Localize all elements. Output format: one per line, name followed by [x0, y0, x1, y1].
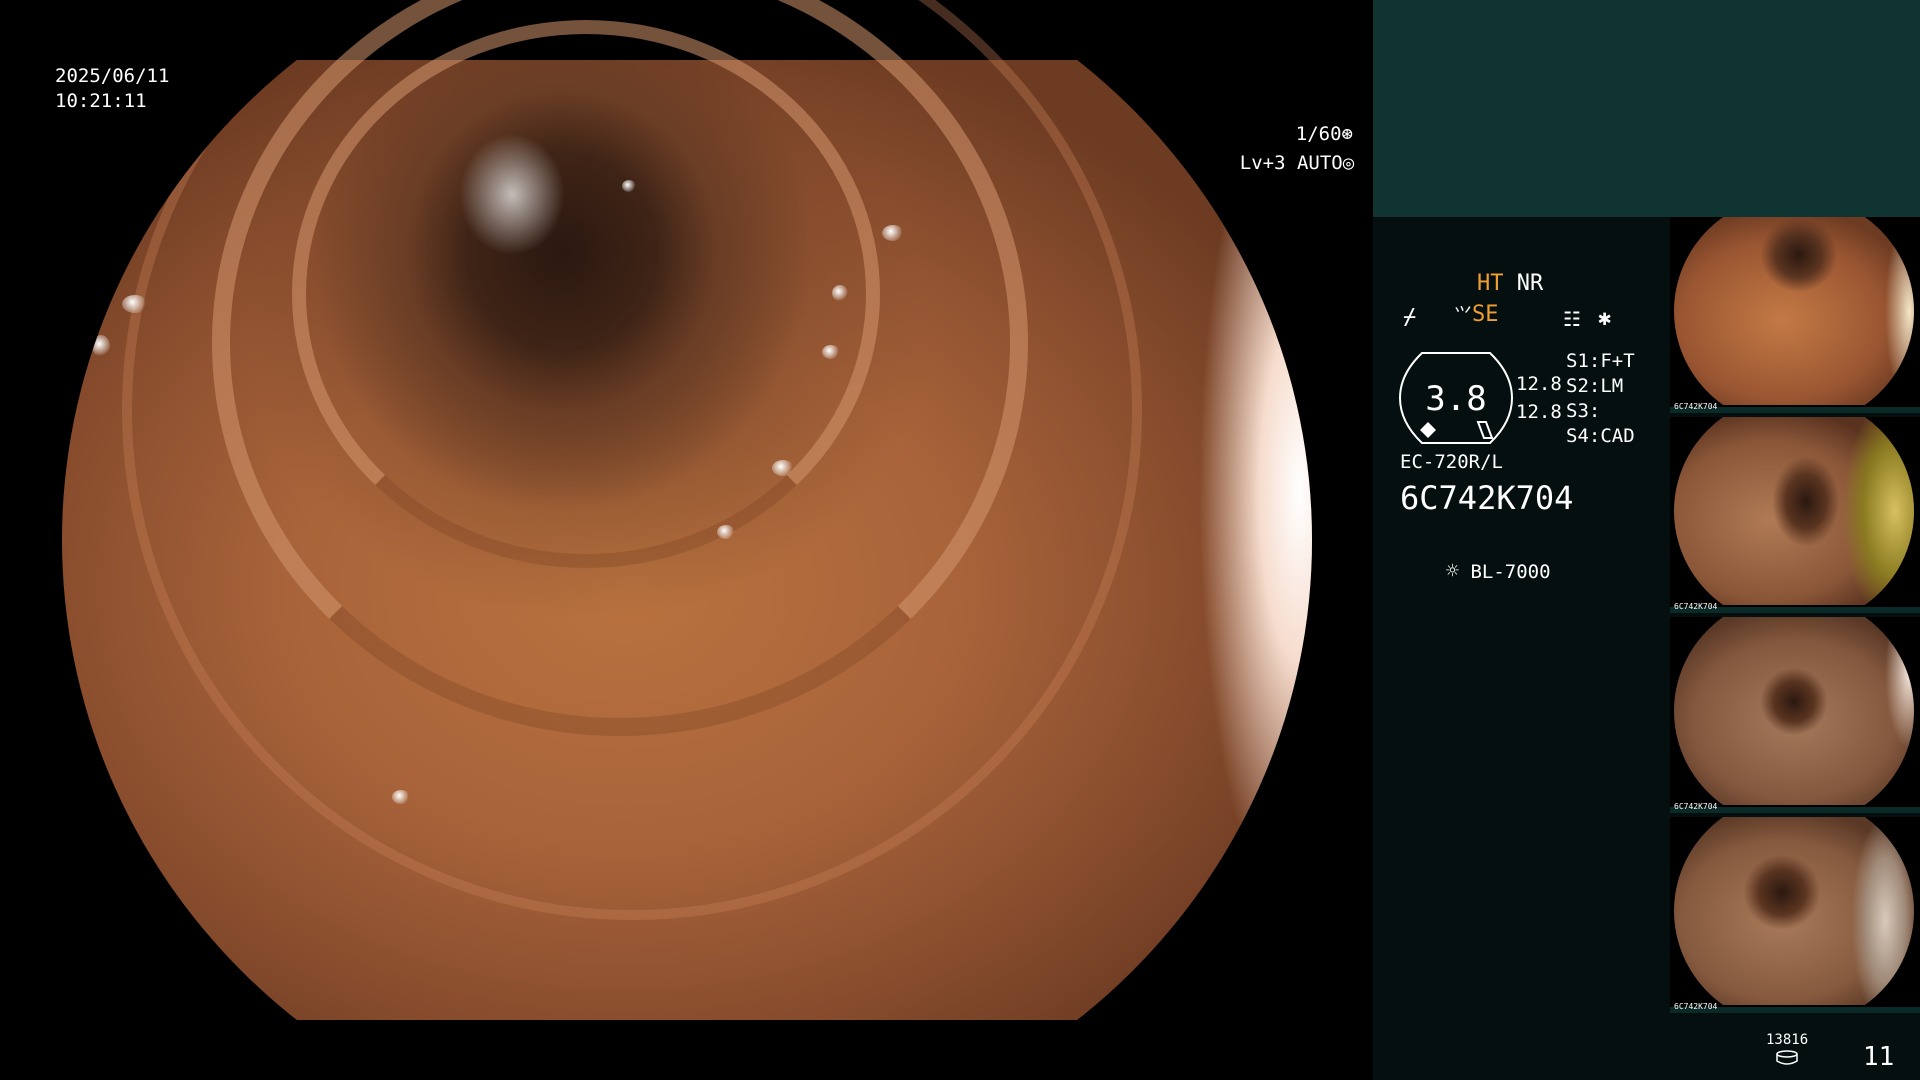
exam-time: 10:21:11	[55, 90, 147, 112]
light-source-icon: ☼	[1445, 559, 1460, 584]
switch-s1: S1:F+T	[1566, 350, 1635, 372]
level-value: Lv+3	[1239, 152, 1286, 174]
thumbnail-label: 6C742K704	[1674, 602, 1718, 611]
side-value-2: 12.8	[1516, 401, 1562, 423]
image-count: 11	[1863, 1042, 1895, 1072]
thumbnail-image	[1674, 417, 1914, 605]
asterisk-icon: ✱	[1598, 306, 1612, 331]
thumbnail-label: 6C742K704	[1674, 1002, 1718, 1011]
light-source-model: BL-7000	[1470, 561, 1551, 583]
thumbnail-label: 6C742K704	[1674, 802, 1718, 811]
scope-model: EC-720R/L	[1400, 451, 1503, 473]
thumbnail-image	[1674, 617, 1914, 805]
iris-readout: Lv+3 AUTO◎	[1194, 127, 1354, 199]
brightness-gauge: 3.8	[1398, 352, 1514, 444]
bubble	[392, 790, 410, 804]
exam-date: 2025/06/11	[55, 65, 170, 87]
storage-count: 13816	[1766, 1032, 1809, 1048]
mucosa-fold	[122, 0, 1142, 920]
side-value-1: 12.8	[1516, 373, 1562, 395]
enhance-icon: ⺍	[1453, 305, 1472, 326]
thumbnail-label: 6C742K704	[1674, 402, 1718, 411]
bubble	[622, 180, 636, 192]
gauge-value: 3.8	[1425, 379, 1486, 419]
switch-s3: S3:	[1566, 400, 1601, 422]
thumbnail-image	[1674, 217, 1914, 405]
thumbnail-2[interactable]: 6C742K704	[1670, 417, 1920, 613]
thumbnail-3[interactable]: 6C742K704	[1670, 617, 1920, 813]
settings-icon: ☷	[1563, 307, 1581, 331]
mode-nr: NR	[1516, 271, 1544, 296]
switch-s4: S4:CAD	[1566, 425, 1635, 447]
freeze-icon: ⌿	[1403, 305, 1417, 330]
scope-serial: 6C742K704	[1400, 479, 1574, 517]
iris-value: AUTO	[1296, 152, 1343, 174]
bubble	[92, 335, 110, 357]
bubble	[772, 460, 794, 476]
storage-icon	[1776, 1050, 1798, 1065]
bubble	[832, 285, 848, 301]
bubble	[717, 525, 735, 539]
light-source: ☼ BL-7000	[1400, 533, 1551, 611]
switch-s2: S2:LM	[1566, 375, 1624, 397]
bubble	[122, 295, 148, 313]
endoscope-view-area: 2025/06/11 10:21:11 1/60⊛ Lv+3 AUTO◎	[0, 0, 1373, 1080]
bubble	[822, 345, 840, 359]
mode-se: SE	[1471, 302, 1499, 327]
thumbnail-image	[1674, 817, 1914, 1005]
info-panel: HT NR ⺍SE ⌿ ☷ ✱ 3.8 12.8 12.8 S1:F+T S2:…	[1373, 0, 1920, 1080]
thumbnail-4[interactable]: 6C742K704	[1670, 817, 1920, 1013]
endoscopic-image	[62, 0, 1312, 1020]
panel-header-area	[1373, 0, 1920, 217]
thumbnail-1[interactable]: 6C742K704	[1670, 217, 1920, 413]
bubble	[882, 225, 904, 241]
iris-icon: ◎	[1342, 152, 1355, 174]
